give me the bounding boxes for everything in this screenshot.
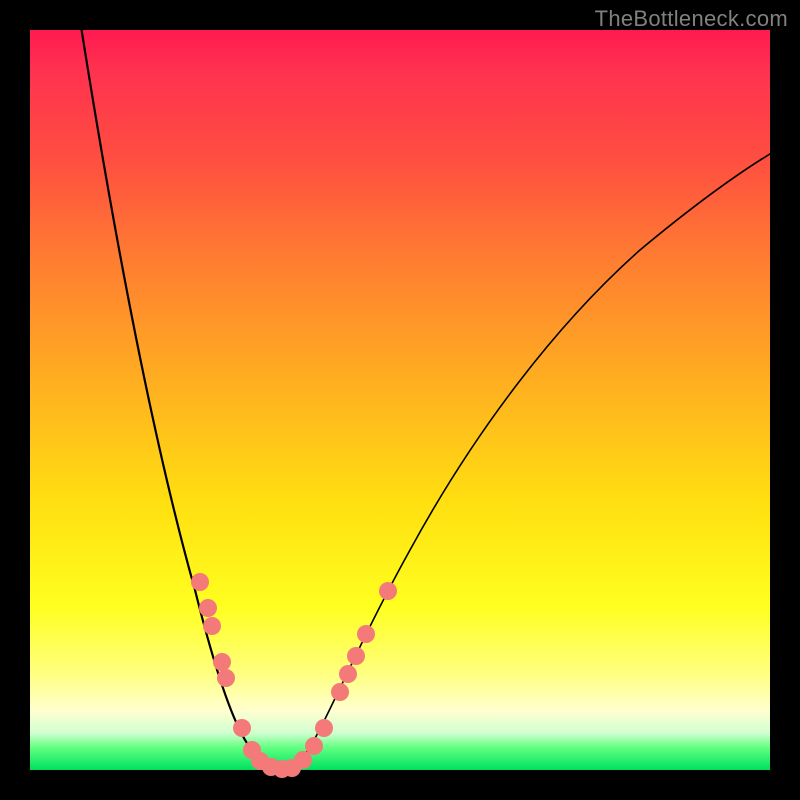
data-dot xyxy=(357,625,375,643)
left-curve xyxy=(80,20,282,770)
dot-group xyxy=(191,573,397,778)
data-dot xyxy=(233,719,251,737)
right-curve xyxy=(282,145,785,770)
data-dot xyxy=(294,751,312,769)
chart-svg xyxy=(30,30,770,770)
data-dot xyxy=(199,599,217,617)
data-dot xyxy=(347,647,365,665)
curve-group xyxy=(80,20,785,770)
data-dot xyxy=(203,617,221,635)
data-dot xyxy=(213,653,231,671)
data-dot xyxy=(315,719,333,737)
data-dot xyxy=(217,669,235,687)
data-dot xyxy=(305,737,323,755)
data-dot xyxy=(191,573,209,591)
data-dot xyxy=(331,683,349,701)
data-dot xyxy=(379,582,397,600)
watermark: TheBottleneck.com xyxy=(595,6,788,32)
data-dot xyxy=(339,665,357,683)
